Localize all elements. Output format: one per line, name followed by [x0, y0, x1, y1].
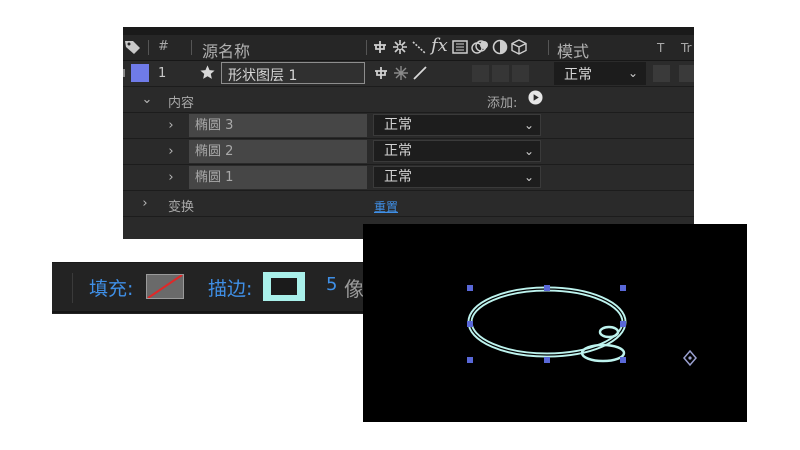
timeline-header: # 源名称 fx 模式 T Tr [123, 35, 694, 61]
fill-swatch-none[interactable] [146, 274, 184, 299]
layer-mode-value: 正常 [564, 67, 592, 83]
anchor-point-icon[interactable] [683, 349, 697, 367]
ellipse-row[interactable]: › 椭圆 3 正常 ⌄ [123, 113, 694, 139]
motion-blur-icon[interactable] [471, 39, 489, 59]
selection-handle [620, 321, 626, 327]
source-name-column-header[interactable]: 源名称 [202, 38, 250, 62]
shy-switch-icon[interactable] [372, 39, 388, 59]
layer-name-field[interactable]: 形状图层 1 [221, 62, 365, 84]
ellipse-mode-select[interactable]: 正常 ⌄ [373, 114, 541, 136]
chevron-right-icon[interactable]: › [137, 196, 153, 212]
panel-top-strip [123, 27, 694, 35]
row-edge-marker [123, 69, 125, 77]
mode-column-header[interactable]: 模式 [557, 38, 589, 62]
ellipse-name: 椭圆 2 [195, 144, 234, 159]
chevron-down-icon: ⌄ [627, 66, 638, 80]
toolbar-divider [72, 273, 73, 303]
ellipse-name: 椭圆 3 [195, 118, 234, 133]
selection-handle [467, 321, 473, 327]
layer-label-color-swatch[interactable] [131, 64, 149, 82]
frame-blending-icon[interactable] [452, 39, 468, 59]
layer-switch-cell[interactable] [492, 65, 509, 82]
layer-switch-cell[interactable] [472, 65, 489, 82]
ellipse-mode-value: 正常 [384, 117, 412, 133]
ellipse-name: 椭圆 1 [195, 170, 234, 185]
selection-handle [544, 357, 550, 363]
transform-label: 变换 [168, 200, 195, 215]
effects-switch-icon[interactable]: fx [431, 35, 448, 56]
selection-handle [620, 285, 626, 291]
collapse-switch-icon[interactable] [392, 39, 408, 59]
chevron-down-icon: ⌄ [523, 170, 534, 184]
ellipse-name-cell[interactable]: 椭圆 1 [189, 166, 367, 189]
ellipse-row[interactable]: › 椭圆 1 正常 ⌄ [123, 165, 694, 191]
stroke-width-value[interactable]: 5 [326, 274, 337, 295]
adjustment-layer-icon[interactable] [492, 39, 508, 59]
contents-label: 内容 [168, 96, 195, 111]
ellipse-mode-value: 正常 [384, 169, 412, 185]
layer-quality-switch-icon[interactable] [412, 65, 428, 85]
selection-handle [467, 357, 473, 363]
ellipse-row[interactable]: › 椭圆 2 正常 ⌄ [123, 139, 694, 165]
layer-collapse-switch-icon[interactable] [393, 65, 409, 85]
chevron-right-icon[interactable]: › [163, 144, 179, 160]
track-t-column-header: T [657, 41, 665, 55]
chevron-right-icon[interactable]: › [163, 118, 179, 134]
ellipse-mode-select[interactable]: 正常 ⌄ [373, 166, 541, 188]
layer-shy-switch-icon[interactable] [373, 65, 389, 85]
trkmat-column-header: Tr [681, 41, 692, 55]
selection-handle [544, 285, 550, 291]
add-label: 添加: [487, 96, 518, 111]
stroke-swatch-inner [271, 278, 297, 295]
track-matte-cell[interactable] [679, 65, 694, 82]
transform-row[interactable]: › 变换 重置 [123, 191, 694, 217]
layer-switch-cell[interactable] [512, 65, 529, 82]
shape-preview [467, 285, 697, 367]
ellipse-2-shape[interactable] [580, 343, 626, 363]
chevron-down-icon: ⌄ [523, 144, 534, 158]
ellipse-mode-value: 正常 [384, 143, 412, 159]
ellipse-name-cell[interactable]: 椭圆 2 [189, 140, 367, 163]
ellipse-mode-select[interactable]: 正常 ⌄ [373, 140, 541, 162]
fill-label[interactable]: 填充: [89, 274, 133, 301]
quality-switch-icon[interactable] [411, 39, 427, 59]
play-circle-icon[interactable] [528, 90, 543, 109]
composition-canvas[interactable] [363, 224, 747, 422]
layer-index: 1 [158, 66, 167, 81]
chevron-down-icon[interactable]: ⌄ [139, 92, 155, 108]
chevron-right-icon[interactable]: › [163, 170, 179, 186]
label-tag-icon[interactable] [124, 39, 142, 59]
number-column-header: # [158, 39, 169, 54]
star-icon [199, 64, 216, 85]
layer-mode-select[interactable]: 正常 ⌄ [554, 62, 646, 85]
chevron-down-icon: ⌄ [523, 118, 534, 132]
stroke-swatch[interactable] [263, 272, 305, 301]
layer-name-text: 形状图层 1 [228, 68, 298, 84]
ellipse-3-shape[interactable] [598, 325, 620, 339]
stroke-label[interactable]: 描边: [208, 274, 252, 301]
contents-group-row[interactable]: ⌄ 内容 添加: [123, 87, 694, 113]
layer-row[interactable]: 1 形状图层 1 正常 ⌄ [123, 61, 694, 87]
3d-layer-icon[interactable] [511, 39, 527, 59]
selection-handle [467, 285, 473, 291]
preserve-transparency-checkbox[interactable] [653, 65, 670, 82]
reset-link[interactable]: 重置 [374, 198, 398, 215]
timeline-panel: # 源名称 fx 模式 T Tr 1 形状图层 1 正常 ⌄ ⌄ 内容 添加: … [123, 27, 694, 239]
selection-handle [620, 357, 626, 363]
ellipse-name-cell[interactable]: 椭圆 3 [189, 114, 367, 137]
